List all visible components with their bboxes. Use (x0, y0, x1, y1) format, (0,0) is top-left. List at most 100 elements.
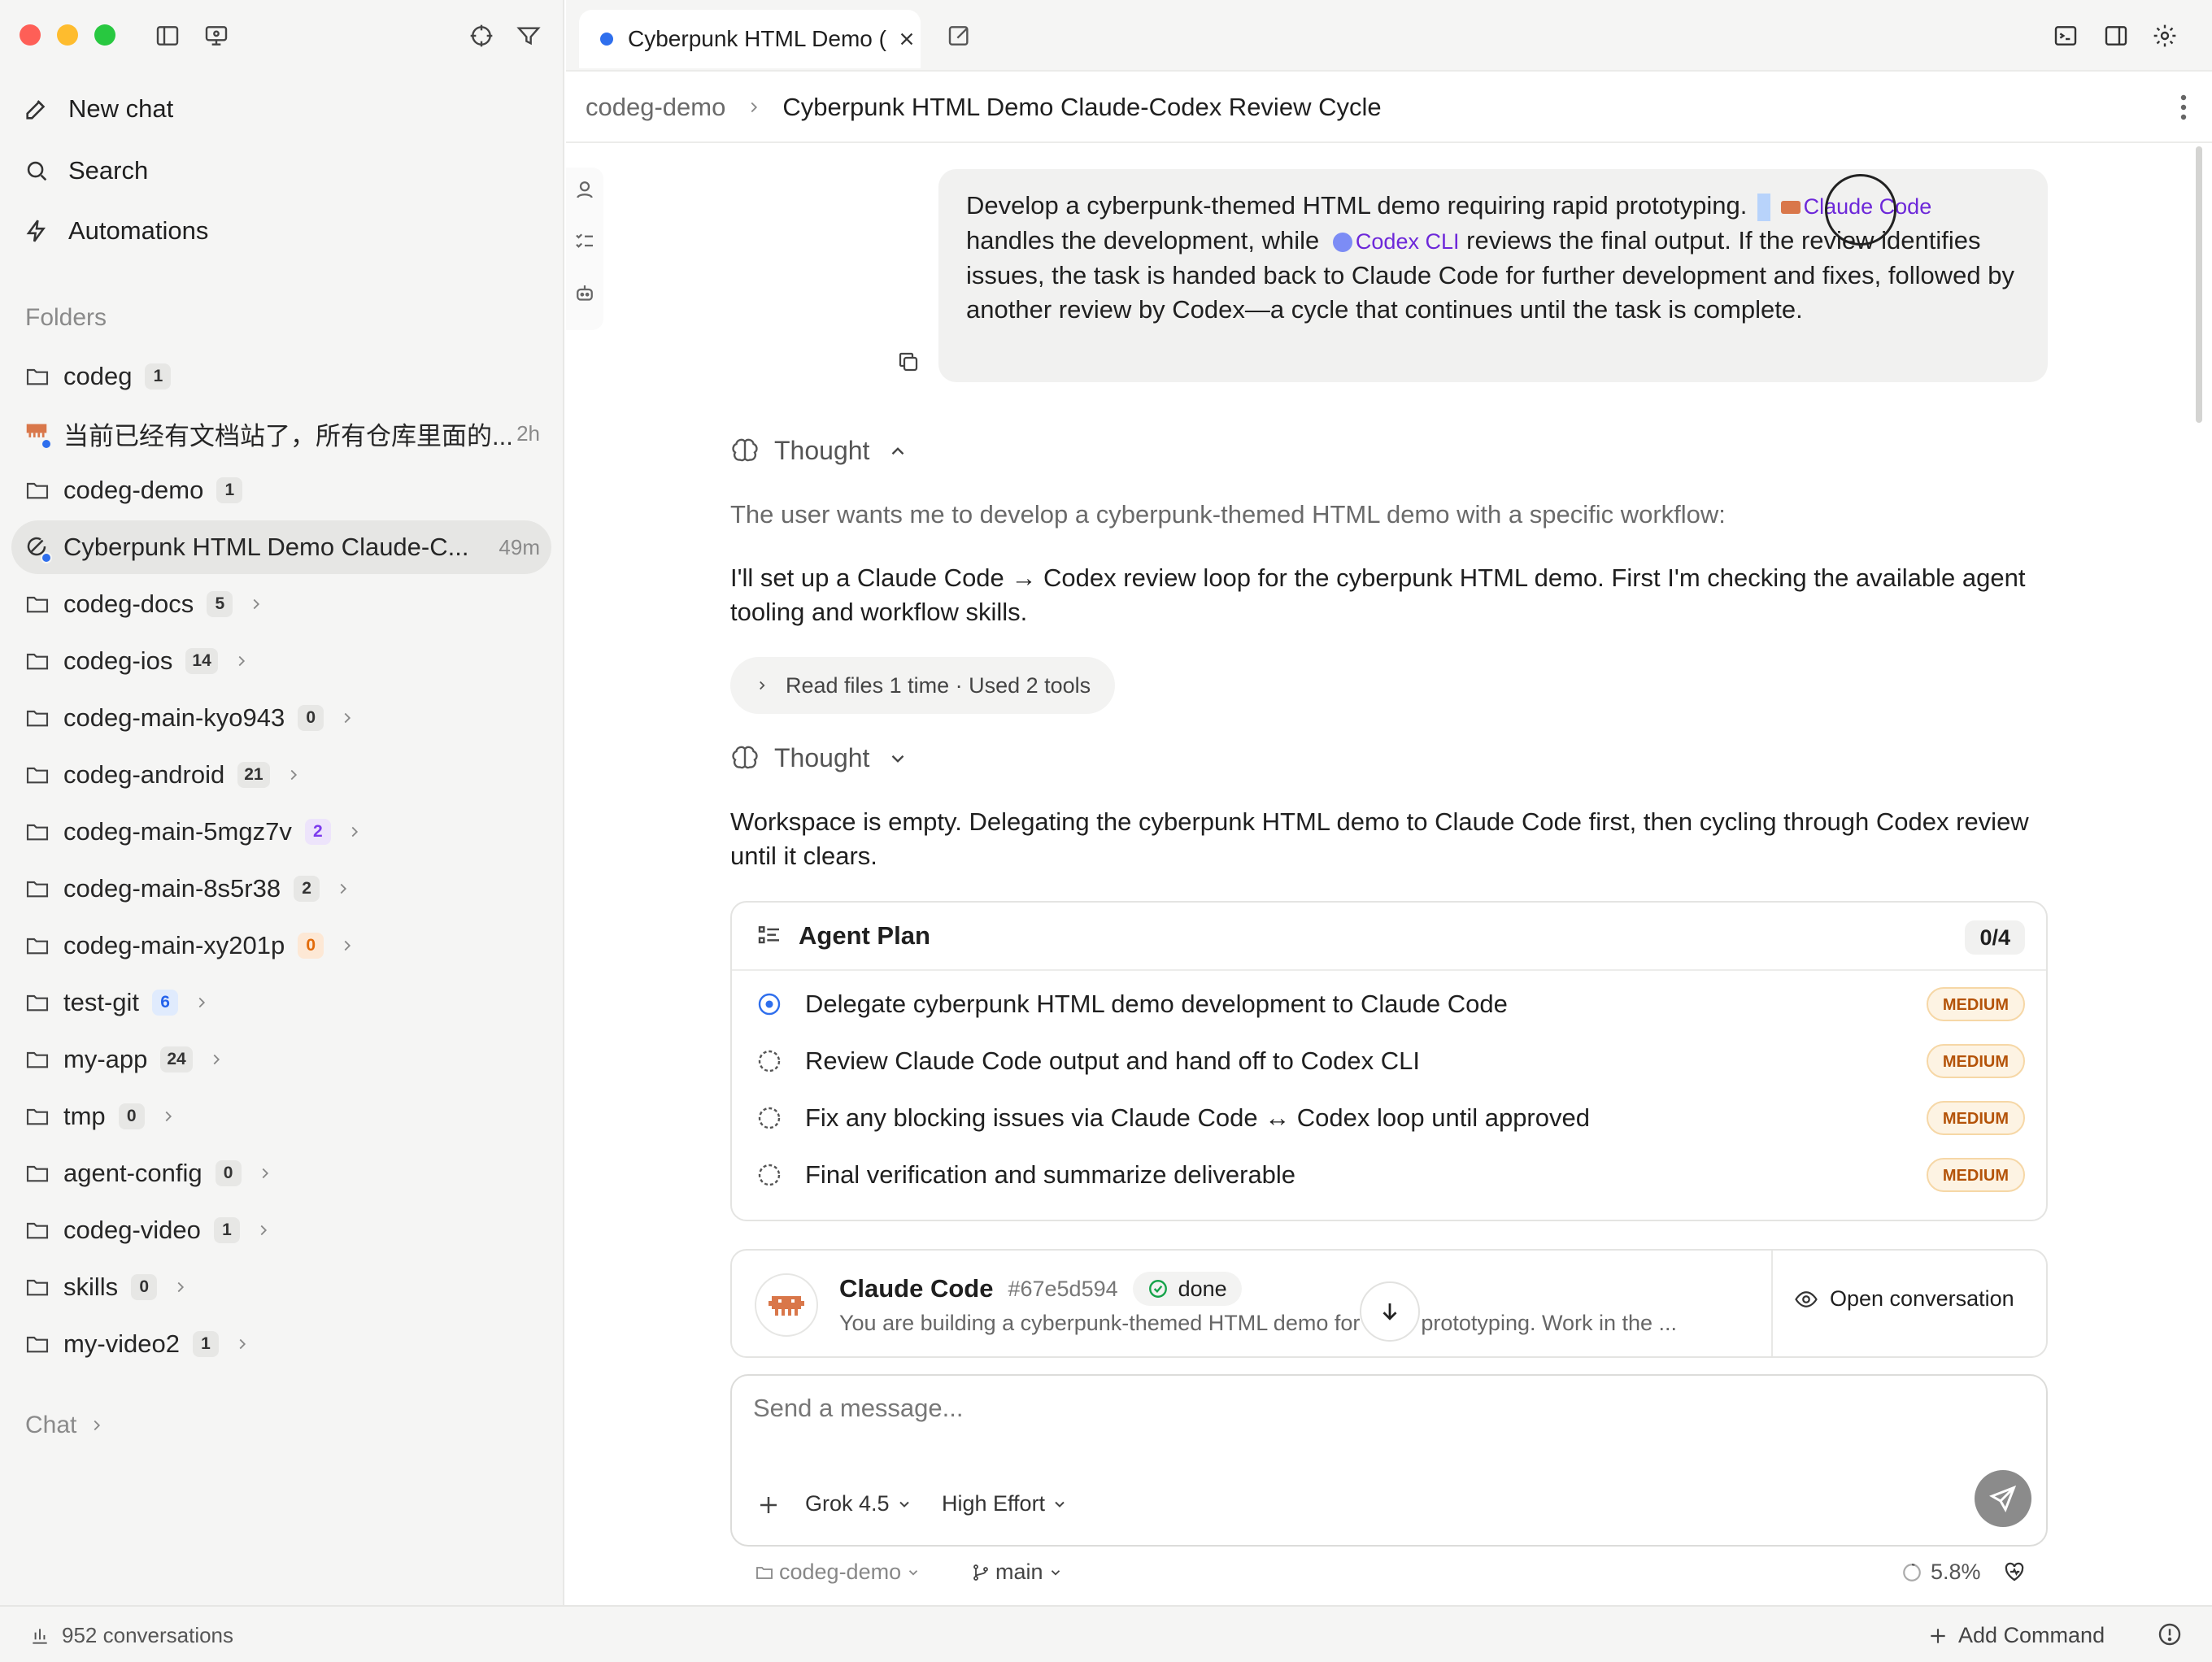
conversation-title: 当前已经有文档站了，所有仓库里面的... (63, 421, 513, 450)
tab-cyberpunk-demo[interactable]: Cyberpunk HTML Demo ( (579, 10, 921, 68)
info-icon[interactable] (2157, 1621, 2183, 1647)
chevron-right-icon[interactable] (233, 652, 250, 670)
folder-item-agent-config[interactable]: agent-config 0 (11, 1148, 551, 1199)
assistant-message-1: I'll set up a Claude Code → Codex review… (730, 563, 2026, 626)
chevron-right-icon[interactable] (159, 1107, 177, 1125)
robot-icon[interactable] (573, 281, 597, 306)
open-conversation-button[interactable]: Open conversation (1794, 1286, 2014, 1312)
branch-selector[interactable]: main (971, 1560, 1063, 1585)
chevron-right-icon[interactable] (346, 823, 364, 841)
filter-icon[interactable] (511, 18, 546, 54)
add-command-button[interactable]: Add Command (1927, 1623, 2105, 1648)
plan-item: Review Claude Code output and hand off t… (756, 1041, 2025, 1081)
conversation-count: 952 conversations (29, 1623, 233, 1648)
window-close-button[interactable] (20, 24, 41, 46)
sidebar-toggle-icon[interactable] (150, 18, 185, 54)
agent-name: Claude Code (839, 1274, 994, 1303)
model-selector[interactable]: Grok 4.5 (805, 1491, 912, 1516)
new-chat-button[interactable]: New chat (23, 85, 173, 133)
chat-section-label: Chat (25, 1412, 77, 1438)
folder-item-codeg-ios[interactable]: codeg-ios 14 (11, 636, 551, 686)
folder-item-codeg-docs[interactable]: codeg-docs 5 (11, 579, 551, 629)
folder-item-tmp[interactable]: tmp 0 (11, 1091, 551, 1142)
attach-plus-icon[interactable] (756, 1493, 781, 1517)
tools-summary-pill[interactable]: Read files 1 time · Used 2 tools (730, 657, 1116, 714)
user-pin-icon[interactable] (573, 177, 597, 202)
conversation-time: 49m (499, 534, 540, 559)
folder-name: codeg-docs (63, 590, 194, 618)
folder-item-codeg-main-xy201p[interactable]: codeg-main-xy201p 0 (11, 920, 551, 971)
plan-item: Fix any blocking issues via Claude Code … (756, 1098, 2025, 1138)
chevron-right-icon[interactable] (207, 1051, 225, 1068)
terminal-icon[interactable] (2048, 18, 2084, 54)
heart-sync-icon[interactable] (2002, 1560, 2027, 1584)
eye-icon (1795, 1290, 1818, 1307)
thought-toggle-1[interactable]: Thought (730, 436, 908, 466)
folder-count-badge: 0 (298, 705, 324, 731)
chevron-right-icon[interactable] (247, 595, 265, 613)
folder-name: codeg-main-8s5r38 (63, 874, 281, 903)
chevron-right-icon[interactable] (338, 709, 356, 727)
chevron-right-icon[interactable] (172, 1278, 189, 1296)
folder-item-codeg-main-kyo943[interactable]: codeg-main-kyo943 0 (11, 693, 551, 743)
new-tab-compose-icon[interactable] (942, 18, 978, 54)
close-tab-icon[interactable] (898, 30, 916, 48)
folder-name: my-app (63, 1045, 148, 1073)
chevron-right-icon[interactable] (334, 880, 352, 898)
chevron-down-icon (892, 755, 904, 763)
folder-item-codeg[interactable]: codeg 1 (11, 351, 551, 402)
chevron-right-icon[interactable] (338, 937, 356, 955)
thought-label-2: Thought (774, 743, 870, 772)
chevron-right-icon[interactable] (256, 1164, 274, 1182)
conversation-scrollbar[interactable] (2196, 146, 2202, 423)
monitor-icon[interactable] (198, 18, 234, 54)
folder-item-skills[interactable]: skills 0 (11, 1262, 551, 1312)
folder-selector[interactable]: codeg-demo (755, 1560, 921, 1585)
folder-item-my-app[interactable]: my-app 24 (11, 1034, 551, 1085)
chevron-right-icon[interactable] (233, 1335, 251, 1353)
more-menu-icon[interactable] (2179, 94, 2188, 120)
folder-item-codeg-android[interactable]: codeg-android 21 (11, 750, 551, 800)
folder-name: codeg-android (63, 760, 225, 789)
folder-count-badge: 0 (131, 1274, 158, 1300)
crosshair-icon[interactable] (464, 18, 499, 54)
thought-text-1: The user wants me to develop a cyberpunk… (730, 500, 1726, 529)
plan-item: Final verification and summarize deliver… (756, 1155, 2025, 1195)
folder-name: agent-config (63, 1159, 202, 1187)
agent-plan-header: Agent Plan 0/4 (732, 903, 2046, 971)
folder-item-codeg-main-5mgz7v[interactable]: codeg-main-5mgz7v 2 (11, 807, 551, 857)
prompt-text-1: Develop a cyberpunk-themed HTML demo req… (966, 191, 1748, 220)
folder-item-my-video2[interactable]: my-video2 1 (11, 1319, 551, 1369)
chevron-right-icon[interactable] (285, 766, 303, 784)
breadcrumb-root[interactable]: codeg-demo (586, 93, 725, 122)
scroll-to-bottom-button[interactable] (1360, 1281, 1420, 1342)
conversation-title: Cyberpunk HTML Demo Claude-C... (63, 533, 469, 561)
window-zoom-button[interactable] (94, 24, 115, 46)
chevron-right-icon[interactable] (193, 994, 211, 1012)
checklist-icon[interactable] (573, 229, 597, 254)
send-button[interactable] (1975, 1470, 2031, 1527)
folder-item-codeg-demo[interactable]: codeg-demo 1 (11, 465, 551, 516)
settings-gear-icon[interactable] (2147, 18, 2183, 54)
message-input[interactable]: Send a message... (753, 1394, 964, 1423)
conversation-item[interactable]: 当前已经有文档站了，所有仓库里面的... 2h (11, 407, 551, 460)
copy-message-icon[interactable] (896, 350, 921, 374)
window-minimize-button[interactable] (57, 24, 78, 46)
folder-item-codeg-main-8s5r38[interactable]: codeg-main-8s5r38 2 (11, 864, 551, 914)
search-button[interactable]: Search (23, 146, 148, 195)
codex-mention-chip[interactable]: Codex CLI (1326, 226, 1460, 255)
folders-section-label: Folders (25, 304, 107, 331)
chevron-right-icon[interactable] (255, 1221, 272, 1239)
folder-count-badge: 2 (304, 819, 331, 845)
conversation-item[interactable]: Cyberpunk HTML Demo Claude-C... 49m (11, 520, 551, 574)
right-panel-icon[interactable] (2098, 18, 2134, 54)
tab-title: Cyberpunk HTML Demo ( (628, 26, 886, 51)
folder-item-test-git[interactable]: test-git 6 (11, 977, 551, 1028)
effort-selector[interactable]: High Effort (942, 1491, 1068, 1516)
folder-count-badge: 1 (216, 477, 243, 503)
chat-section-toggle[interactable]: Chat (25, 1412, 106, 1439)
automations-button[interactable]: Automations (23, 207, 208, 255)
thought-toggle-2[interactable]: Thought (730, 743, 908, 773)
breadcrumb-chevron-icon (751, 102, 758, 113)
folder-item-codeg-video[interactable]: codeg-video 1 (11, 1205, 551, 1255)
